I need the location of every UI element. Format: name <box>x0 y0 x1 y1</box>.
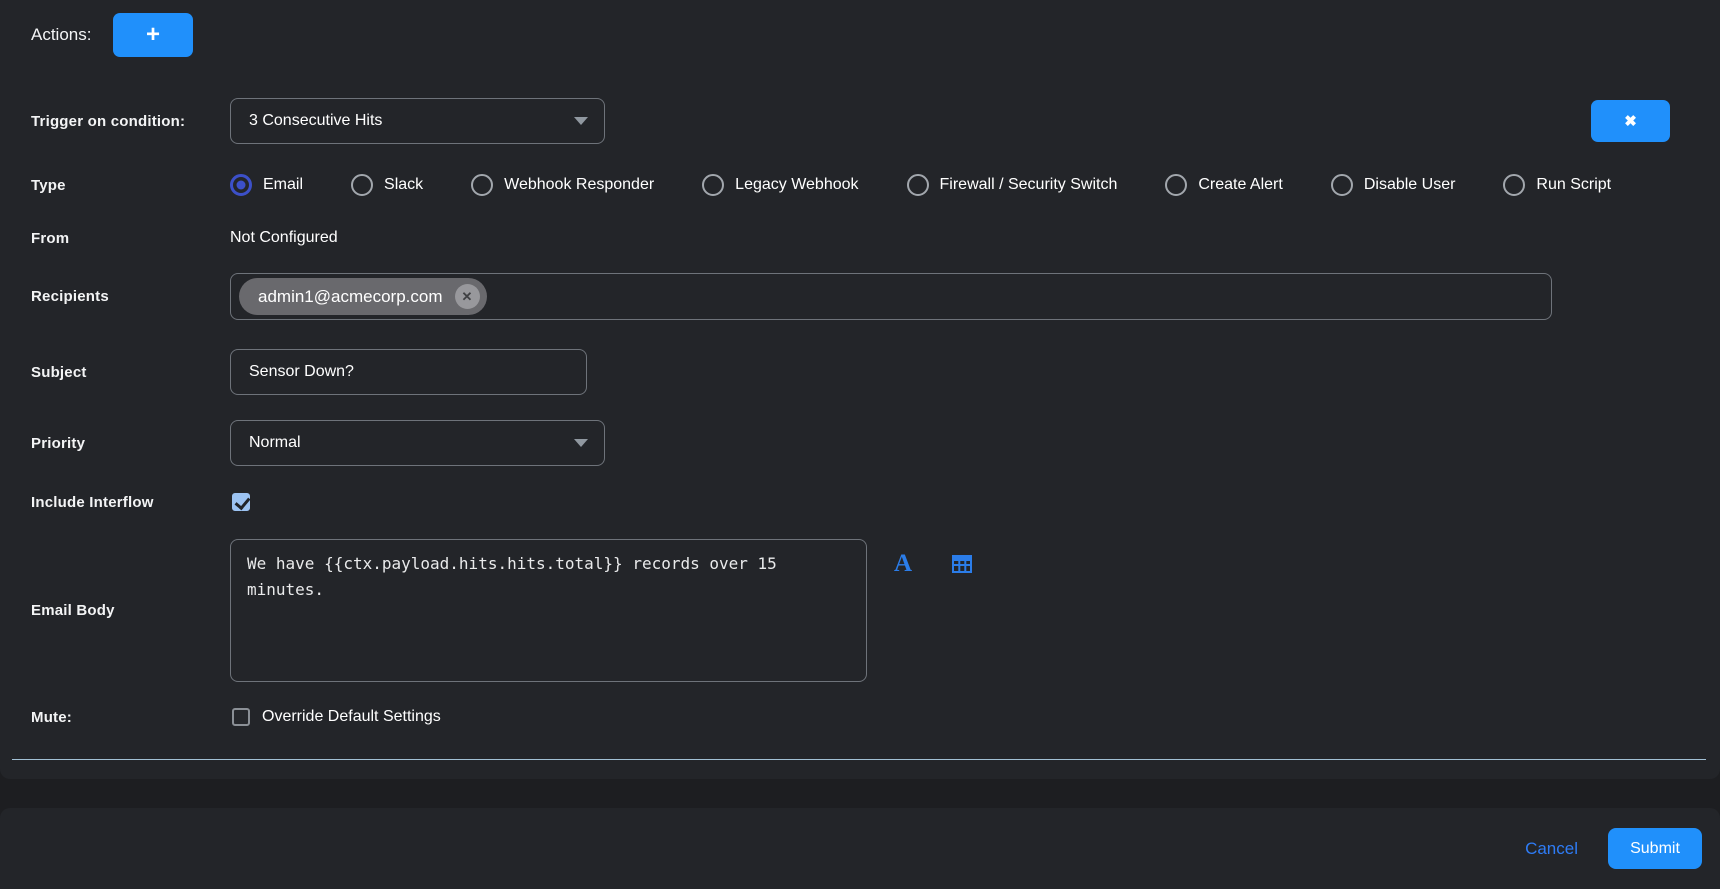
font-format-icon[interactable]: A <box>894 551 912 576</box>
radio-icon <box>907 174 929 196</box>
radio-label: Legacy Webhook <box>735 176 858 194</box>
close-icon: ✖ <box>1624 112 1637 130</box>
from-value: Not Configured <box>230 229 338 247</box>
radio-label: Email <box>263 176 303 194</box>
radio-label: Firewall / Security Switch <box>940 176 1118 194</box>
trigger-condition-label: Trigger on condition: <box>31 113 185 130</box>
recipient-chip: admin1@acmecorp.com ✕ <box>239 278 487 315</box>
priority-row: Priority Normal <box>0 420 1720 466</box>
section-divider <box>12 759 1706 760</box>
chip-remove-icon[interactable]: ✕ <box>455 284 480 309</box>
radio-create-alert[interactable]: Create Alert <box>1165 174 1282 196</box>
email-body-toolbar: A <box>894 551 972 576</box>
email-body-textarea[interactable]: We have {{ctx.payload.hits.hits.total}} … <box>230 539 867 682</box>
radio-run-script[interactable]: Run Script <box>1503 174 1611 196</box>
priority-select[interactable]: Normal <box>230 420 605 466</box>
radio-icon <box>1331 174 1353 196</box>
recipients-row: Recipients admin1@acmecorp.com ✕ <box>0 273 1720 320</box>
trigger-row: Trigger on condition: 3 Consecutive Hits… <box>0 98 1720 144</box>
from-label: From <box>31 230 69 247</box>
radio-slack[interactable]: Slack <box>351 174 423 196</box>
radio-legacy-webhook[interactable]: Legacy Webhook <box>702 174 858 196</box>
radio-icon <box>230 174 252 196</box>
subject-input[interactable] <box>230 349 587 395</box>
radio-icon <box>702 174 724 196</box>
chevron-down-icon <box>574 117 588 125</box>
action-config-panel: Actions: + Trigger on condition: 3 Conse… <box>0 0 1720 779</box>
insert-table-icon[interactable] <box>952 555 972 573</box>
trigger-condition-select[interactable]: 3 Consecutive Hits <box>230 98 605 144</box>
actions-row: Actions: + <box>0 13 1720 57</box>
mute-label: Mute: <box>31 709 72 726</box>
mute-override-checkbox[interactable] <box>232 708 250 726</box>
recipients-label: Recipients <box>31 288 109 305</box>
radio-icon <box>471 174 493 196</box>
subject-row: Subject <box>0 349 1720 395</box>
add-action-button[interactable]: + <box>113 13 193 57</box>
remove-action-button[interactable]: ✖ <box>1591 100 1670 142</box>
radio-label: Webhook Responder <box>504 176 654 194</box>
radio-webhook-responder[interactable]: Webhook Responder <box>471 174 654 196</box>
chevron-down-icon <box>574 439 588 447</box>
footer-action-bar: Cancel Submit <box>0 808 1720 889</box>
recipients-input[interactable]: admin1@acmecorp.com ✕ <box>230 273 1552 320</box>
radio-label: Run Script <box>1536 176 1611 194</box>
plus-icon: + <box>146 21 160 49</box>
radio-icon <box>351 174 373 196</box>
radio-disable-user[interactable]: Disable User <box>1331 174 1456 196</box>
type-row: Type Email Slack Webhook Responder Legac… <box>0 173 1720 197</box>
recipient-email: admin1@acmecorp.com <box>258 287 443 307</box>
include-interflow-row: Include Interflow <box>0 486 1720 518</box>
submit-button[interactable]: Submit <box>1608 828 1702 869</box>
radio-label: Disable User <box>1364 176 1456 194</box>
from-row: From Not Configured <box>0 228 1720 248</box>
trigger-condition-value: 3 Consecutive Hits <box>249 112 574 130</box>
priority-value: Normal <box>249 434 574 452</box>
type-label: Type <box>31 177 66 194</box>
email-body-label: Email Body <box>31 602 115 619</box>
cancel-button[interactable]: Cancel <box>1525 839 1578 859</box>
include-interflow-label: Include Interflow <box>31 494 154 511</box>
radio-icon <box>1165 174 1187 196</box>
radio-email[interactable]: Email <box>230 174 303 196</box>
priority-label: Priority <box>31 435 85 452</box>
include-interflow-checkbox[interactable] <box>232 493 250 511</box>
mute-row: Mute: Override Default Settings <box>0 700 1720 734</box>
actions-label: Actions: <box>31 25 91 45</box>
subject-label: Subject <box>31 364 87 381</box>
email-body-row: Email Body We have {{ctx.payload.hits.hi… <box>0 539 1720 682</box>
radio-label: Create Alert <box>1198 176 1282 194</box>
radio-firewall-security-switch[interactable]: Firewall / Security Switch <box>907 174 1118 196</box>
mute-checkbox-label: Override Default Settings <box>262 708 441 726</box>
radio-icon <box>1503 174 1525 196</box>
radio-label: Slack <box>384 176 423 194</box>
action-type-radio-group: Email Slack Webhook Responder Legacy Web… <box>230 174 1611 196</box>
